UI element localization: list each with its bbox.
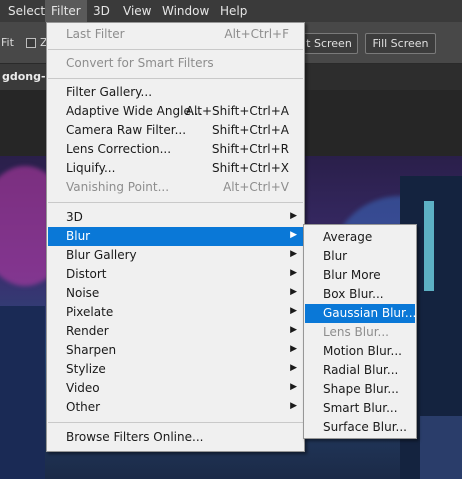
menu-item-lens-correction[interactable]: Lens Correction... Shift+Ctrl+R: [48, 140, 303, 159]
menu-item-label: Filter Gallery...: [66, 85, 153, 99]
menu-item-convert-smart-filters[interactable]: Convert for Smart Filters: [48, 54, 303, 73]
menu-item-label: Smart Blur...: [323, 401, 398, 415]
menu-item-label: Shape Blur...: [323, 382, 399, 396]
menu-item-pixelate[interactable]: Pixelate ▶: [48, 303, 303, 322]
menu-view[interactable]: View: [117, 0, 157, 22]
menu-item-3d[interactable]: 3D ▶: [48, 208, 303, 227]
menu-filter[interactable]: Filter: [45, 0, 87, 22]
menu-item-label: Lens Correction...: [66, 142, 172, 156]
menu-item-label: Blur Gallery: [66, 248, 137, 262]
menu-item-camera-raw-filter[interactable]: Camera Raw Filter... Shift+Ctrl+A: [48, 121, 303, 140]
submenu-arrow-icon: ▶: [290, 382, 297, 392]
menu-item-browse-filters-online[interactable]: Browse Filters Online...: [48, 428, 303, 447]
blur-submenu: Average Blur Blur More Box Blur... Gauss…: [303, 224, 417, 439]
menu-item-stylize[interactable]: Stylize ▶: [48, 360, 303, 379]
menu-item-smart-blur[interactable]: Smart Blur...: [305, 399, 415, 418]
submenu-arrow-icon: ▶: [290, 344, 297, 354]
menu-item-label: Blur: [323, 249, 348, 263]
menu-item-label: Motion Blur...: [323, 344, 402, 358]
menu-item-noise[interactable]: Noise ▶: [48, 284, 303, 303]
menu-item-video[interactable]: Video ▶: [48, 379, 303, 398]
menu-item-label: Lens Blur...: [323, 325, 389, 339]
menu-bar: Select Filter 3D View Window Help: [0, 0, 462, 22]
menu-item-radial-blur[interactable]: Radial Blur...: [305, 361, 415, 380]
menu-item-average[interactable]: Average: [305, 228, 415, 247]
menu-separator: [48, 78, 303, 79]
menu-item-adaptive-wide-angle[interactable]: Adaptive Wide Angle... Alt+Shift+Ctrl+A: [48, 102, 303, 121]
menu-item-shortcut: Alt+Ctrl+F: [224, 27, 289, 41]
menu-item-blur-more[interactable]: Blur More: [305, 266, 415, 285]
menu-item-vanishing-point[interactable]: Vanishing Point... Alt+Ctrl+V: [48, 178, 303, 197]
menu-item-box-blur[interactable]: Box Blur...: [305, 285, 415, 304]
menu-item-label: Other: [66, 400, 101, 414]
menu-item-sharpen[interactable]: Sharpen ▶: [48, 341, 303, 360]
menu-item-label: Convert for Smart Filters: [66, 56, 214, 70]
menu-item-distort[interactable]: Distort ▶: [48, 265, 303, 284]
menu-item-label: Noise: [66, 286, 100, 300]
fit-label: Fit: [1, 36, 14, 49]
menu-item-label: Video: [66, 381, 100, 395]
menu-item-last-filter[interactable]: Last Filter Alt+Ctrl+F: [48, 25, 303, 44]
menu-separator: [48, 422, 303, 423]
menu-item-label: Box Blur...: [323, 287, 384, 301]
menu-item-label: Radial Blur...: [323, 363, 399, 377]
menu-item-label: Sharpen: [66, 343, 117, 357]
menu-item-shortcut: Alt+Shift+Ctrl+A: [185, 104, 289, 118]
menu-window[interactable]: Window: [156, 0, 215, 22]
menu-help[interactable]: Help: [214, 0, 253, 22]
menu-item-blur[interactable]: Blur ▶: [48, 227, 303, 246]
menu-item-label: Pixelate: [66, 305, 114, 319]
submenu-arrow-icon: ▶: [290, 268, 297, 278]
menu-item-blur-gallery[interactable]: Blur Gallery ▶: [48, 246, 303, 265]
menu-item-label: Blur: [66, 229, 91, 243]
menu-item-label: Last Filter: [66, 27, 125, 41]
menu-item-label: Gaussian Blur...: [323, 306, 417, 320]
menu-separator: [48, 49, 303, 50]
menu-select[interactable]: Select: [2, 0, 51, 22]
submenu-arrow-icon: ▶: [290, 230, 297, 240]
menu-item-gaussian-blur[interactable]: Gaussian Blur...: [305, 304, 417, 323]
menu-item-render[interactable]: Render ▶: [48, 322, 303, 341]
submenu-arrow-icon: ▶: [290, 306, 297, 316]
menu-item-other[interactable]: Other ▶: [48, 398, 303, 417]
menu-item-lens-blur[interactable]: Lens Blur...: [305, 323, 415, 342]
menu-item-blur-plain[interactable]: Blur: [305, 247, 415, 266]
menu-item-label: Adaptive Wide Angle...: [66, 104, 203, 118]
menu-item-filter-gallery[interactable]: Filter Gallery...: [48, 83, 303, 102]
submenu-arrow-icon: ▶: [290, 363, 297, 373]
menu-item-label: Stylize: [66, 362, 106, 376]
screen-button[interactable]: t Screen: [300, 33, 358, 54]
menu-item-shape-blur[interactable]: Shape Blur...: [305, 380, 415, 399]
menu-item-label: Average: [323, 230, 373, 244]
menu-item-label: Browse Filters Online...: [66, 430, 204, 444]
menu-item-label: Camera Raw Filter...: [66, 123, 187, 137]
menu-item-shortcut: Shift+Ctrl+A: [212, 123, 289, 137]
zoom-checkbox[interactable]: [26, 38, 36, 48]
submenu-arrow-icon: ▶: [290, 211, 297, 221]
menu-item-label: Distort: [66, 267, 107, 281]
menu-item-label: 3D: [66, 210, 83, 224]
submenu-arrow-icon: ▶: [290, 401, 297, 411]
menu-item-motion-blur[interactable]: Motion Blur...: [305, 342, 415, 361]
menu-item-surface-blur[interactable]: Surface Blur...: [305, 418, 415, 437]
menu-item-shortcut: Shift+Ctrl+R: [211, 142, 289, 156]
menu-item-liquify[interactable]: Liquify... Shift+Ctrl+X: [48, 159, 303, 178]
menu-item-label: Blur More: [323, 268, 381, 282]
submenu-arrow-icon: ▶: [290, 287, 297, 297]
menu-item-label: Vanishing Point...: [66, 180, 170, 194]
filter-menu: Last Filter Alt+Ctrl+F Convert for Smart…: [46, 22, 305, 452]
menu-item-label: Surface Blur...: [323, 420, 407, 434]
menu-item-shortcut: Shift+Ctrl+X: [212, 161, 289, 175]
submenu-arrow-icon: ▶: [290, 249, 297, 259]
menu-item-label: Liquify...: [66, 161, 116, 175]
menu-item-label: Render: [66, 324, 109, 338]
menu-3d[interactable]: 3D: [87, 0, 116, 22]
fill-screen-button[interactable]: Fill Screen: [365, 33, 436, 54]
menu-separator: [48, 202, 303, 203]
submenu-arrow-icon: ▶: [290, 325, 297, 335]
menu-item-shortcut: Alt+Ctrl+V: [223, 180, 289, 194]
